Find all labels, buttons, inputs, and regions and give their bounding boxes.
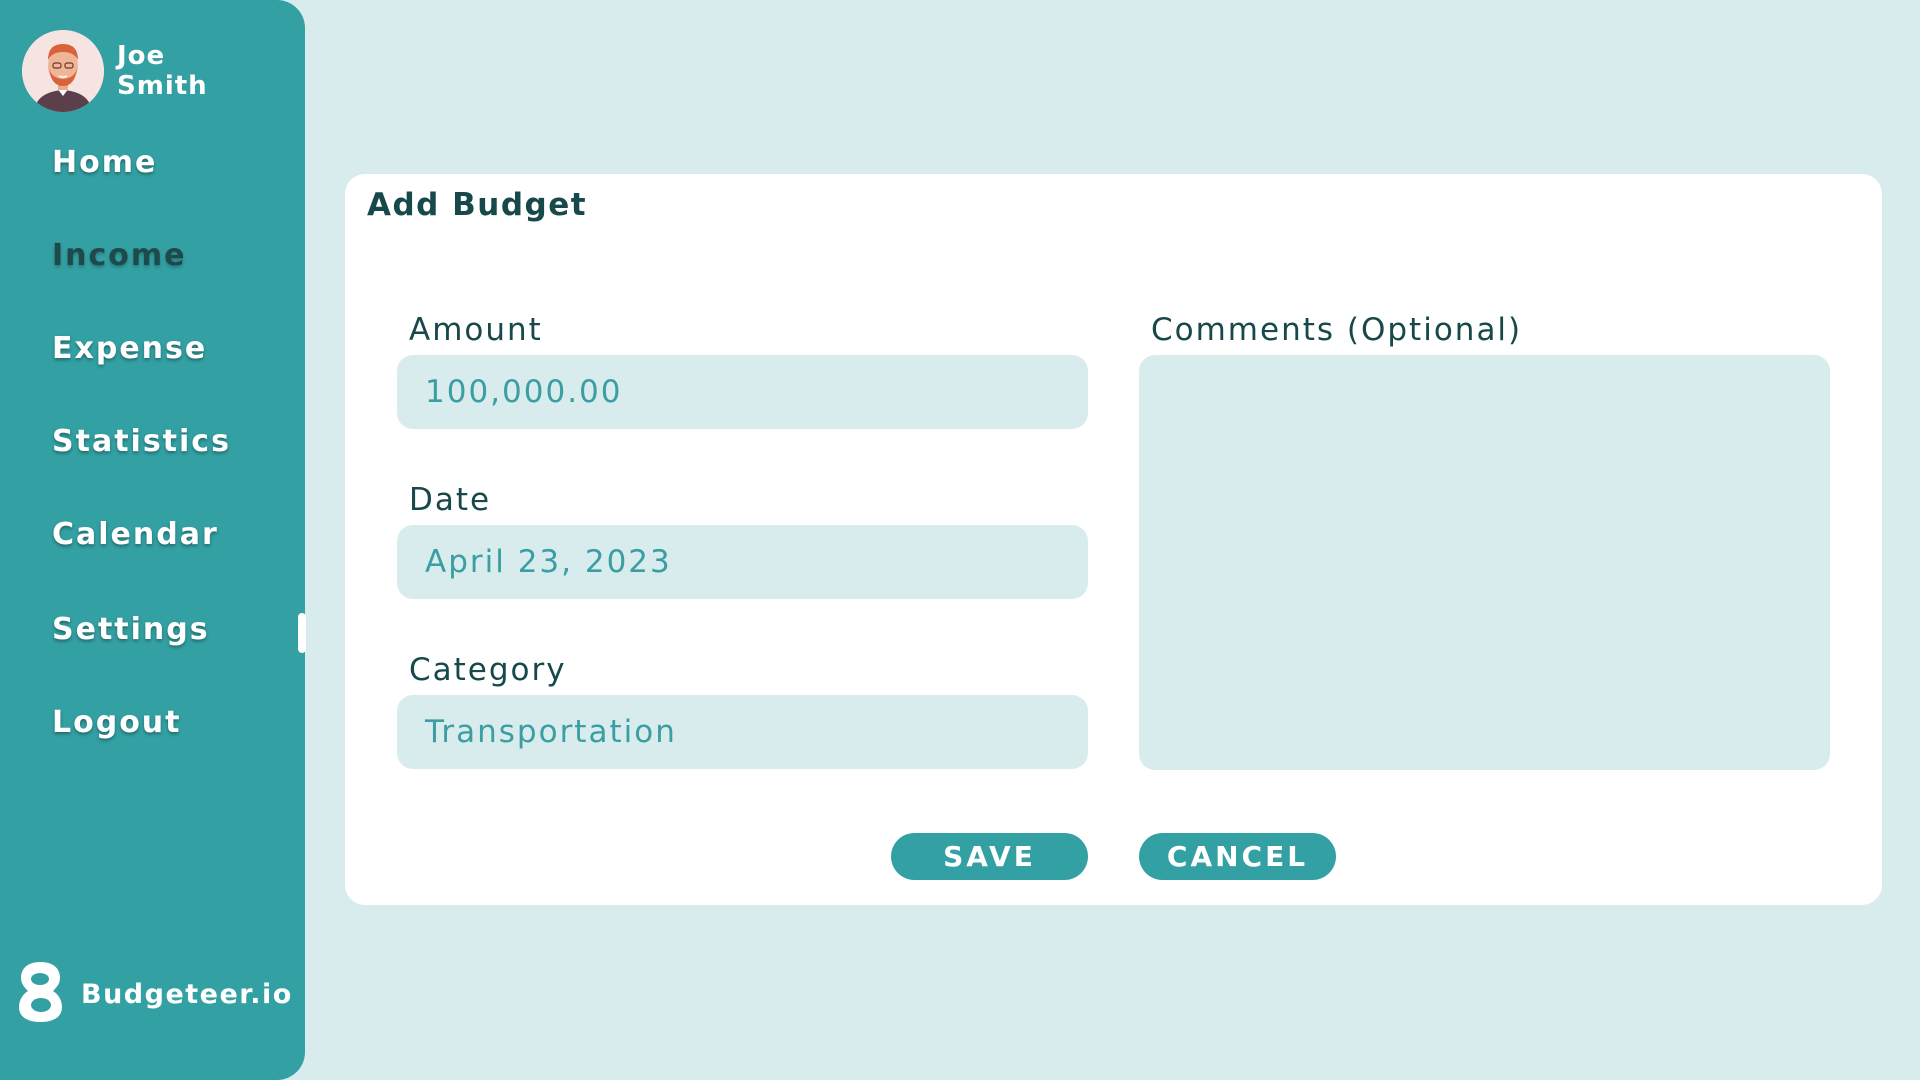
page-title: Add Budget: [367, 187, 588, 223]
user-name: Joe Smith: [117, 41, 208, 101]
avatar: [22, 30, 104, 112]
user-last-name: Smith: [117, 71, 208, 101]
category-label: Category: [409, 652, 567, 688]
sidebar-item-logout[interactable]: Logout: [52, 705, 182, 740]
save-button[interactable]: SAVE: [891, 833, 1088, 880]
sidebar-item-settings[interactable]: Settings: [52, 612, 210, 647]
user-profile[interactable]: Joe Smith: [22, 30, 208, 112]
sidebar-item-expense[interactable]: Expense: [52, 331, 207, 366]
sidebar: Joe Smith Home Income Expense Statistics…: [0, 0, 306, 1080]
nav-indicator: [298, 613, 306, 653]
add-budget-card: Add Budget Amount 100,000.00 Date April …: [345, 174, 1882, 905]
date-label: Date: [409, 482, 492, 518]
amount-label: Amount: [409, 312, 543, 348]
sidebar-item-home[interactable]: Home: [52, 145, 157, 180]
brand: Budgeteer.io: [18, 960, 293, 1028]
comments-label: Comments (Optional): [1151, 312, 1523, 348]
cancel-button[interactable]: CANCEL: [1139, 833, 1336, 880]
sidebar-item-income[interactable]: Income: [52, 238, 187, 273]
sidebar-item-statistics[interactable]: Statistics: [52, 424, 231, 459]
comments-textarea[interactable]: [1139, 355, 1830, 770]
user-first-name: Joe: [117, 41, 166, 71]
brand-name: Budgeteer.io: [81, 978, 293, 1010]
date-input[interactable]: April 23, 2023: [397, 525, 1088, 599]
sidebar-item-calendar[interactable]: Calendar: [52, 517, 219, 552]
category-input[interactable]: Transportation: [397, 695, 1088, 769]
budgeteer-logo-icon: [18, 960, 63, 1028]
amount-input[interactable]: 100,000.00: [397, 355, 1088, 429]
